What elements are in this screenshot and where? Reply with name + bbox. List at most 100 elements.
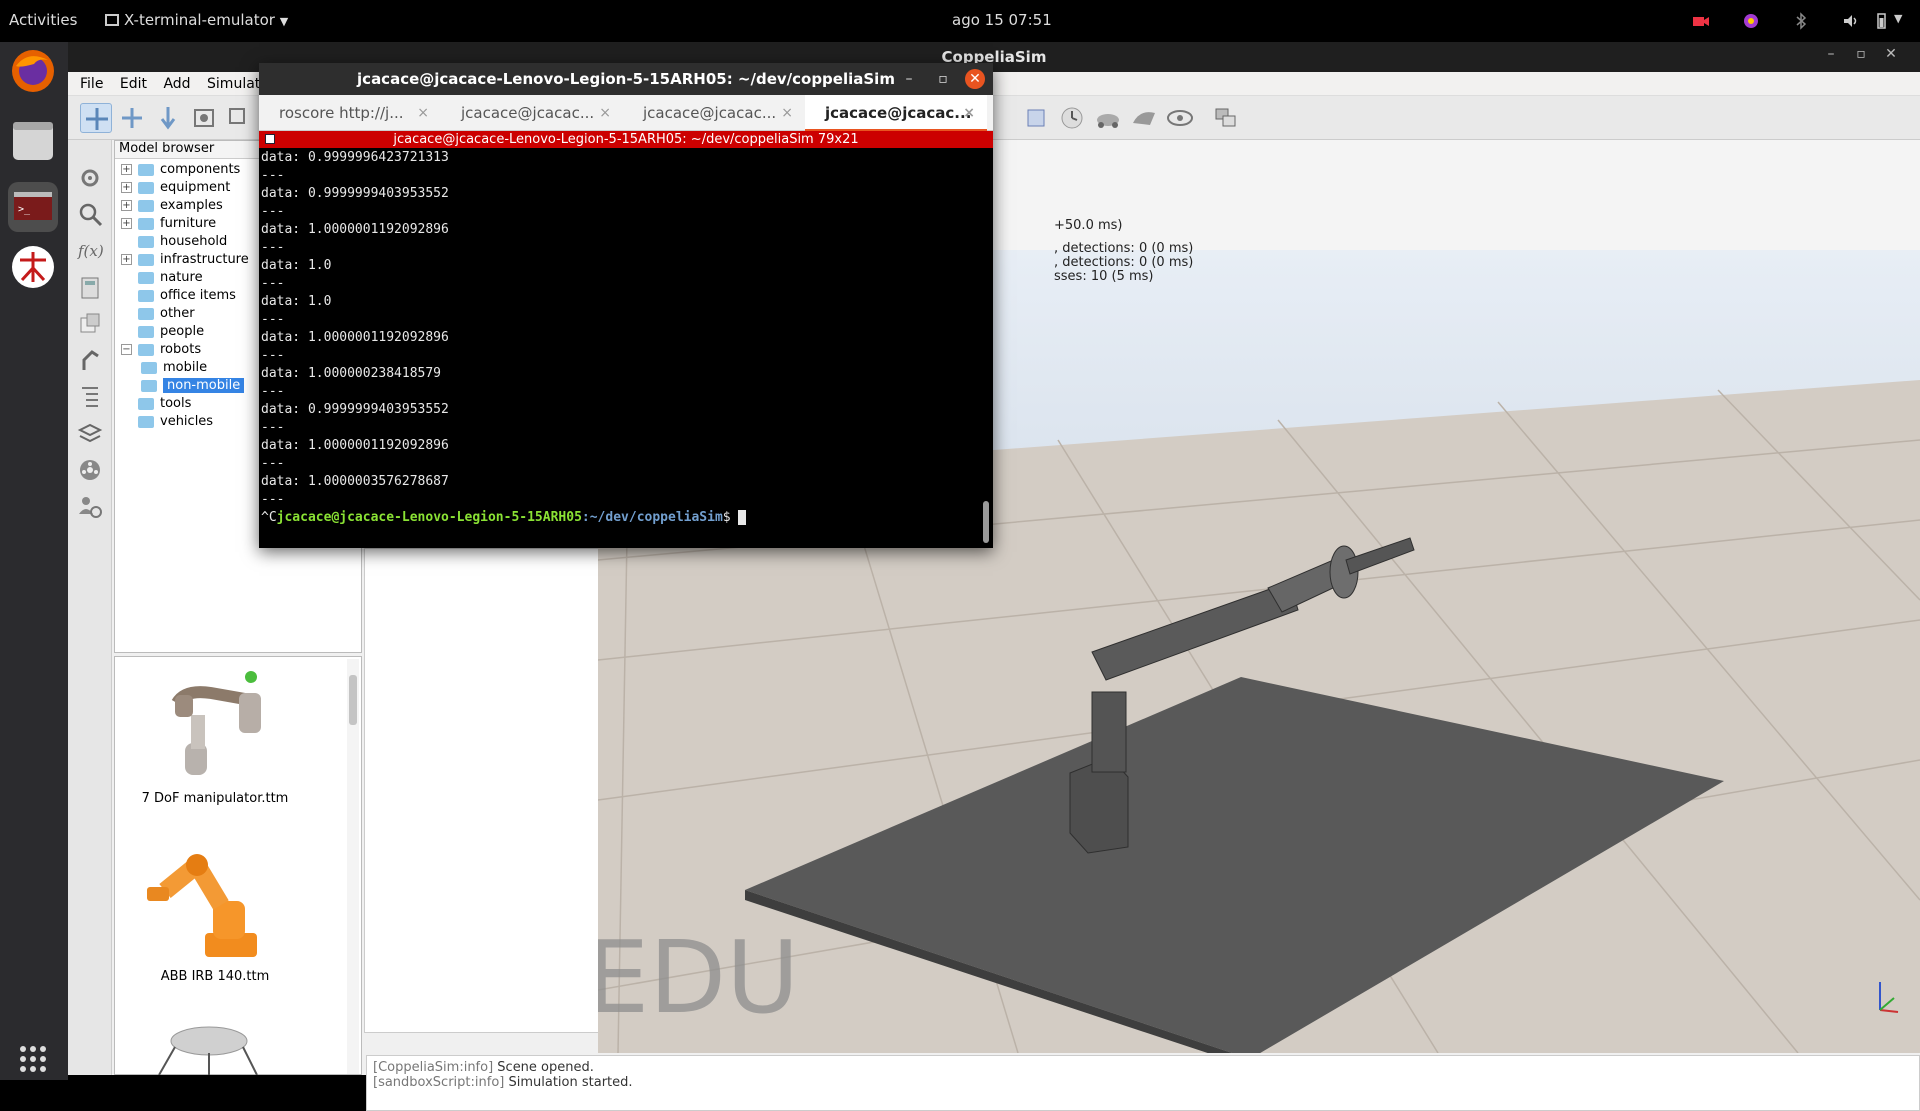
visualization-icon[interactable] bbox=[1164, 103, 1196, 133]
calculator-icon[interactable] bbox=[76, 274, 104, 302]
real-time-icon[interactable] bbox=[1056, 103, 1088, 133]
bluetooth-icon[interactable] bbox=[1792, 12, 1810, 30]
math-function-icon[interactable]: f(x) bbox=[76, 236, 104, 264]
user-settings-icon[interactable] bbox=[76, 492, 104, 520]
object-properties-icon[interactable] bbox=[76, 310, 104, 338]
collapse-icon[interactable]: − bbox=[121, 344, 132, 355]
clock[interactable]: ago 15 07:51 bbox=[952, 11, 1052, 29]
camera-angle-icon[interactable] bbox=[188, 103, 220, 133]
close-tab-icon[interactable]: × bbox=[963, 95, 975, 131]
close-tab-icon[interactable]: × bbox=[781, 95, 793, 131]
stop-simulation-icon[interactable] bbox=[1020, 103, 1052, 133]
tree-item-mobile[interactable]: mobile bbox=[141, 360, 207, 378]
expand-icon[interactable]: + bbox=[121, 182, 132, 193]
tree-item-label: equipment bbox=[160, 180, 231, 195]
tree-item-people[interactable]: people bbox=[121, 324, 204, 342]
app-menu[interactable]: X-terminal-emulator ▼ bbox=[105, 11, 288, 29]
tree-item-household[interactable]: household bbox=[121, 234, 227, 252]
terminal-line: data: 1.0000001192092896 bbox=[261, 222, 449, 237]
terminal-output[interactable]: data: 0.9999996423721313 --- data: 0.99999… bbox=[261, 149, 979, 545]
robot-arm-icon[interactable] bbox=[76, 346, 104, 374]
terminal-tab-2[interactable]: jcacace@jcacac... × bbox=[441, 95, 623, 131]
thumbnail-abb[interactable]: ABB IRB 140.ttm bbox=[135, 841, 295, 991]
status-console[interactable]: [CoppeliaSim:info] Scene opened. [sandbo… bbox=[366, 1055, 1920, 1111]
tree-item-robots[interactable]: − robots bbox=[121, 342, 201, 360]
layers-icon[interactable] bbox=[76, 420, 104, 448]
tree-item-label: examples bbox=[160, 198, 223, 213]
minimize-button[interactable]: – bbox=[1816, 46, 1846, 62]
expand-icon[interactable]: + bbox=[121, 254, 132, 265]
tree-item-label: vehicles bbox=[160, 414, 214, 429]
film-reel-icon[interactable] bbox=[76, 456, 104, 484]
tree-item-tools[interactable]: tools bbox=[121, 396, 191, 414]
terminal-window[interactable]: jcacace@jcacace-Lenovo-Legion-5-15ARH05:… bbox=[259, 63, 993, 548]
tree-item-non-mobile[interactable]: non-mobile bbox=[141, 378, 245, 396]
menu-edit[interactable]: Edit bbox=[108, 72, 147, 92]
camera-shift-icon[interactable] bbox=[152, 103, 184, 133]
coppeliasim-icon[interactable] bbox=[8, 242, 58, 292]
tree-item-label: furniture bbox=[160, 216, 217, 231]
speed-up-icon[interactable] bbox=[1128, 103, 1160, 133]
console-line: [sandboxScript:info] Simulation started. bbox=[373, 1075, 1913, 1090]
terminal-icon[interactable]: >_ bbox=[8, 182, 58, 232]
volume-icon[interactable] bbox=[1842, 12, 1860, 30]
terminal-scrollbar[interactable] bbox=[983, 151, 989, 543]
thumbnails-scrollbar[interactable] bbox=[347, 659, 359, 1074]
fit-to-view-icon[interactable] bbox=[224, 103, 256, 133]
maximize-button[interactable]: ▫ bbox=[1846, 46, 1876, 62]
show-apps-icon[interactable] bbox=[8, 1034, 58, 1084]
expand-icon[interactable]: + bbox=[121, 164, 132, 175]
menu-file[interactable]: File bbox=[68, 72, 103, 92]
tree-item-components[interactable]: + components bbox=[121, 162, 240, 180]
firefox-icon[interactable] bbox=[8, 46, 58, 96]
camera-rotate-icon[interactable] bbox=[116, 103, 148, 133]
terminal-minimize-button[interactable]: – bbox=[899, 69, 919, 89]
thumbnail-7dof[interactable]: 7 DoF manipulator.ttm bbox=[135, 663, 295, 813]
tab-label: jcacace@jcacac... bbox=[643, 104, 777, 122]
simulation-settings-icon[interactable] bbox=[76, 164, 104, 192]
svg-text:>_: >_ bbox=[18, 204, 31, 215]
slow-down-icon[interactable] bbox=[1092, 103, 1124, 133]
camera-icon[interactable] bbox=[1692, 12, 1710, 30]
tree-item-equipment[interactable]: + equipment bbox=[121, 180, 230, 198]
thumbnail-delta-robot[interactable] bbox=[145, 1019, 275, 1076]
scene-list-icon[interactable] bbox=[76, 382, 104, 410]
terminal-maximize-button[interactable]: ▫ bbox=[933, 69, 953, 89]
expand-icon[interactable]: + bbox=[121, 218, 132, 229]
folder-icon bbox=[138, 325, 154, 338]
battery-icon[interactable] bbox=[1872, 12, 1890, 30]
folder-icon bbox=[138, 235, 154, 248]
page-selector-icon[interactable] bbox=[1210, 103, 1242, 133]
terminal-tab-roscore[interactable]: roscore http://j... × bbox=[259, 95, 441, 131]
close-button[interactable]: ✕ bbox=[1876, 46, 1906, 62]
files-icon[interactable] bbox=[8, 116, 58, 166]
power-menu-icon[interactable]: ▼ bbox=[1894, 12, 1912, 30]
close-tab-icon[interactable]: × bbox=[599, 95, 611, 131]
tree-item-nature[interactable]: nature bbox=[121, 270, 203, 288]
info-line: +50.0 ms) bbox=[1054, 218, 1123, 233]
tree-item-examples[interactable]: + examples bbox=[121, 198, 223, 216]
terminal-close-button[interactable]: ✕ bbox=[965, 69, 985, 89]
tree-item-office-items[interactable]: office items bbox=[121, 288, 236, 306]
folder-icon bbox=[138, 343, 154, 356]
close-tab-icon[interactable]: × bbox=[417, 95, 429, 131]
tree-item-vehicles[interactable]: vehicles bbox=[121, 414, 213, 432]
tree-item-other[interactable]: other bbox=[121, 306, 195, 324]
terminal-subtitle: jcacace@jcacace-Lenovo-Legion-5-15ARH05:… bbox=[259, 131, 993, 148]
tree-item-label: office items bbox=[160, 288, 236, 303]
menu-add[interactable]: Add bbox=[151, 72, 190, 92]
terminal-tab-3[interactable]: jcacace@jcacac... × bbox=[623, 95, 805, 131]
camera-pan-icon[interactable] bbox=[80, 103, 112, 133]
terminal-separator: --- bbox=[261, 420, 285, 435]
tab-label: jcacace@jcacac... bbox=[461, 104, 595, 122]
terminal-line: data: 1.0000001192092896 bbox=[261, 330, 449, 345]
info-line: , detections: 0 (0 ms) bbox=[1054, 241, 1194, 256]
activities-button[interactable]: Activities bbox=[9, 11, 77, 29]
expand-icon[interactable]: + bbox=[121, 200, 132, 211]
search-icon[interactable] bbox=[76, 200, 104, 228]
terminal-prompt[interactable]: ^Cjcacace@jcacace-Lenovo-Legion-5-15ARH0… bbox=[261, 509, 979, 527]
terminal-tab-4[interactable]: jcacace@jcacac... × bbox=[805, 95, 987, 131]
tree-item-furniture[interactable]: + furniture bbox=[121, 216, 216, 234]
color-picker-icon[interactable] bbox=[1742, 12, 1760, 30]
tree-item-infrastructure[interactable]: + infrastructure bbox=[121, 252, 249, 270]
